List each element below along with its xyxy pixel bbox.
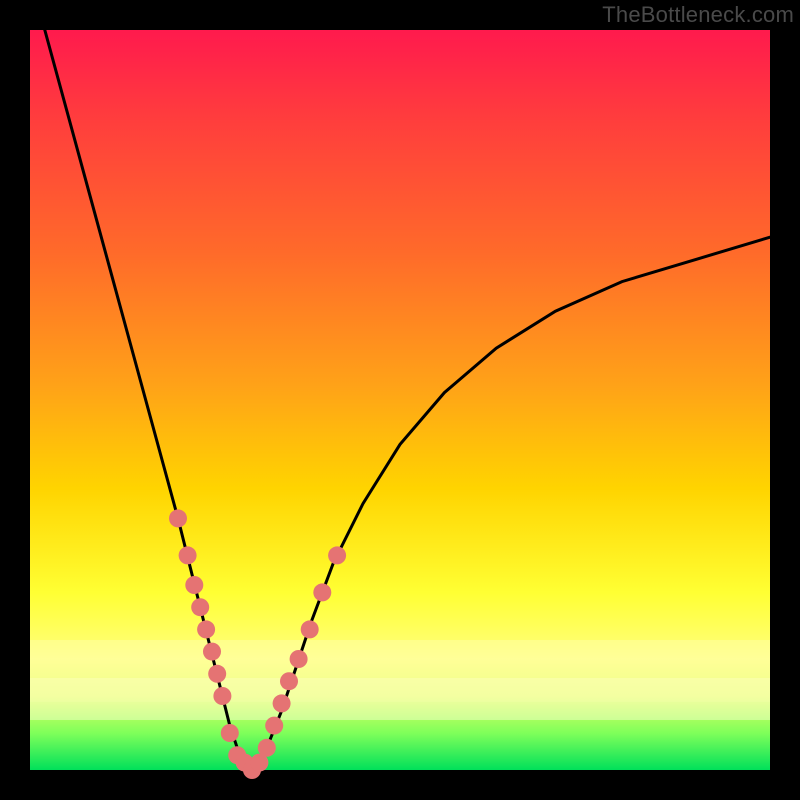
- curve-marker: [208, 665, 226, 683]
- bottleneck-curve: [45, 30, 770, 770]
- curve-marker: [290, 650, 308, 668]
- curve-marker: [313, 583, 331, 601]
- curve-marker: [169, 509, 187, 527]
- curve-marker: [191, 598, 209, 616]
- curve-marker: [221, 724, 239, 742]
- curve-layer: [30, 30, 770, 770]
- chart-frame: TheBottleneck.com: [0, 0, 800, 800]
- curve-marker: [203, 643, 221, 661]
- curve-marker: [258, 739, 276, 757]
- curve-marker: [197, 620, 215, 638]
- curve-marker: [328, 546, 346, 564]
- curve-marker: [273, 694, 291, 712]
- watermark-text: TheBottleneck.com: [602, 2, 794, 28]
- curve-marker: [280, 672, 298, 690]
- curve-marker: [265, 717, 283, 735]
- curve-marker: [179, 546, 197, 564]
- curve-marker: [301, 620, 319, 638]
- marker-group: [169, 509, 346, 779]
- plot-area: [30, 30, 770, 770]
- curve-marker: [213, 687, 231, 705]
- curve-marker: [185, 576, 203, 594]
